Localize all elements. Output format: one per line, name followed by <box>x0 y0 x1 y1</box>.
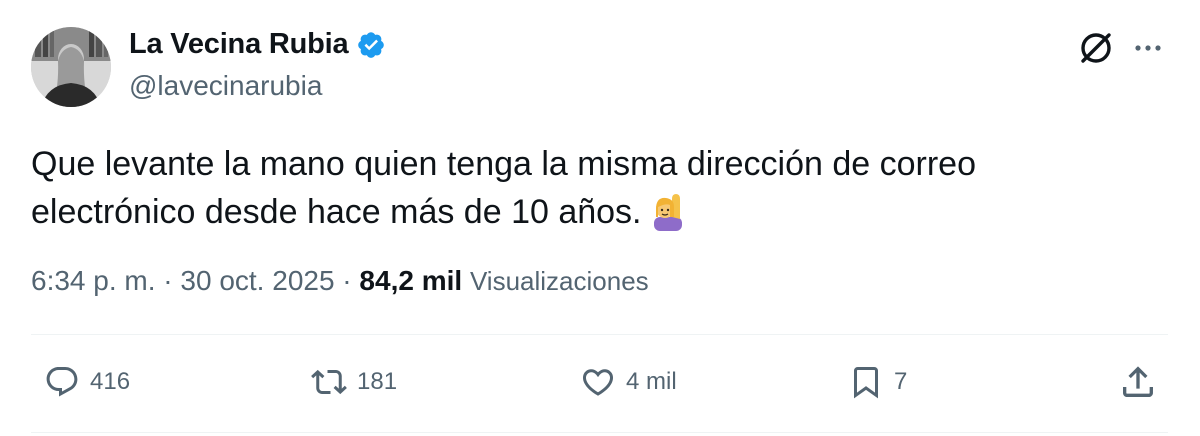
views-count: 84,2 mil <box>359 265 463 296</box>
tweet-text-line-2-content: electrónico desde hace más de 10 años. <box>31 193 642 231</box>
reply-button[interactable]: 416 <box>44 360 130 404</box>
avatar-image <box>31 27 111 107</box>
meta-separator: · <box>334 265 360 296</box>
verified-badge-icon[interactable] <box>356 30 386 60</box>
repost-count: 181 <box>357 368 398 395</box>
tweet-time[interactable]: 6:34 p. m. <box>31 265 156 296</box>
share-icon <box>1123 366 1153 397</box>
more-options-icon[interactable] <box>1128 28 1168 68</box>
author-display-name[interactable]: La Vecina Rubia <box>129 28 349 61</box>
divider-top <box>31 334 1168 335</box>
repost-icon <box>311 369 347 395</box>
like-icon <box>582 369 614 396</box>
repost-button[interactable]: 181 <box>311 360 397 404</box>
tweet-text-line-1: Que levante la mano quien tenga la misma… <box>31 145 976 183</box>
person-raising-hand-emoji-icon <box>648 191 688 231</box>
grok-icon[interactable] <box>1076 28 1116 68</box>
like-button[interactable]: 4 mil <box>580 360 677 404</box>
avatar[interactable] <box>31 27 111 107</box>
reply-count: 416 <box>90 368 131 395</box>
like-count: 4 mil <box>626 368 677 395</box>
meta-separator: · <box>155 265 181 296</box>
tweet-date[interactable]: 30 oct. 2025 <box>180 265 334 296</box>
tweet-meta: 6:34 p. m. · 30 oct. 2025 · 84,2 mil Vis… <box>31 265 649 297</box>
share-button[interactable] <box>1118 362 1158 402</box>
bookmark-icon <box>854 367 878 399</box>
tweet-text: Que levante la mano quien tenga la misma… <box>31 140 1161 236</box>
tweet-text-line-2: electrónico desde hace más de 10 años. <box>31 188 1161 236</box>
reply-icon <box>46 367 78 397</box>
views-label: Visualizaciones <box>469 266 649 296</box>
bookmark-count: 7 <box>894 368 908 395</box>
author-handle[interactable]: @lavecinarubia <box>129 70 322 102</box>
author-name-row: La Vecina Rubia <box>129 28 386 61</box>
bookmark-button[interactable]: 7 <box>848 360 907 404</box>
divider-bottom <box>31 432 1168 433</box>
